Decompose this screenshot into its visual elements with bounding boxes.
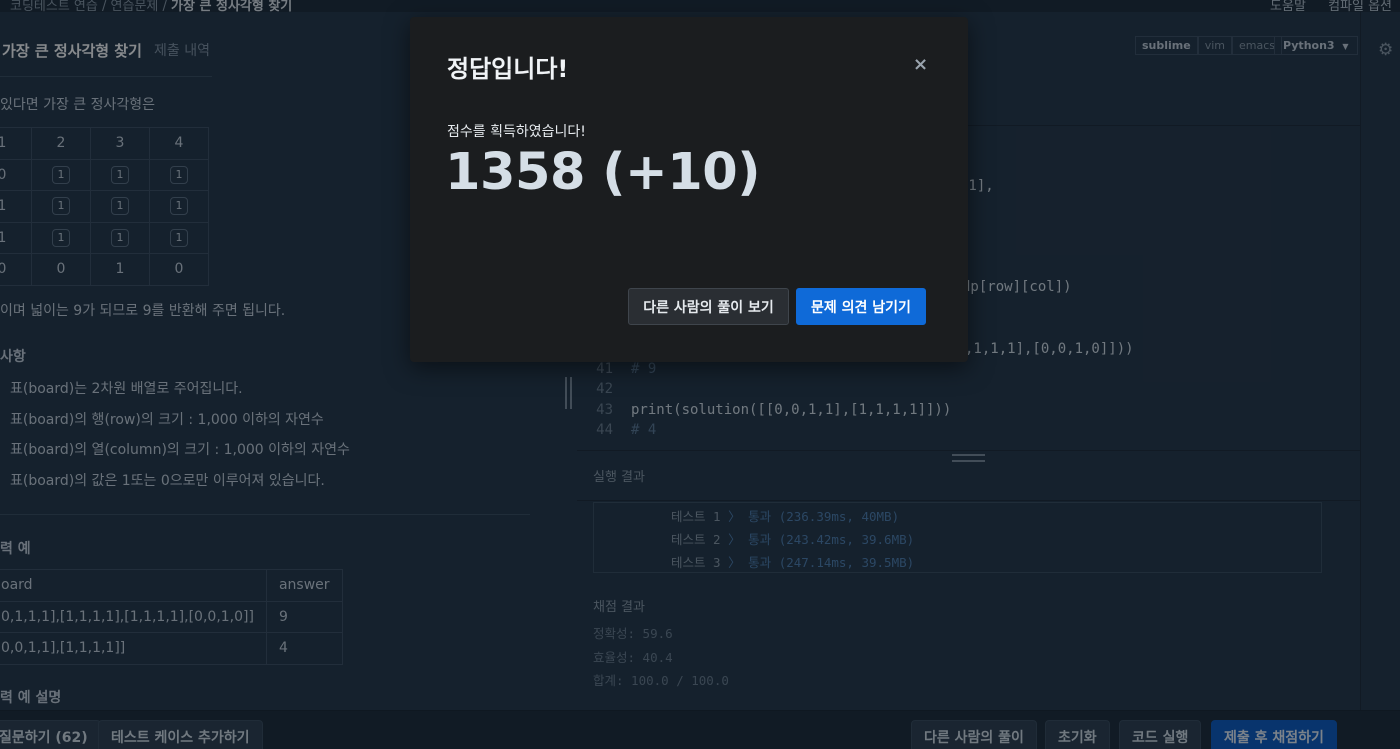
modal-score: 1358 (+10): [445, 143, 761, 202]
view-others-solutions-button[interactable]: 다른 사람의 풀이 보기: [628, 288, 789, 325]
success-modal: 정답입니다! × 점수를 획득하였습니다! 1358 (+10) 다른 사람의 …: [410, 17, 968, 362]
leave-feedback-button[interactable]: 문제 의견 남기기: [796, 288, 926, 325]
close-icon[interactable]: ×: [913, 54, 928, 75]
modal-title: 정답입니다!: [447, 55, 569, 83]
modal-message: 점수를 획득하였습니다!: [447, 124, 586, 140]
